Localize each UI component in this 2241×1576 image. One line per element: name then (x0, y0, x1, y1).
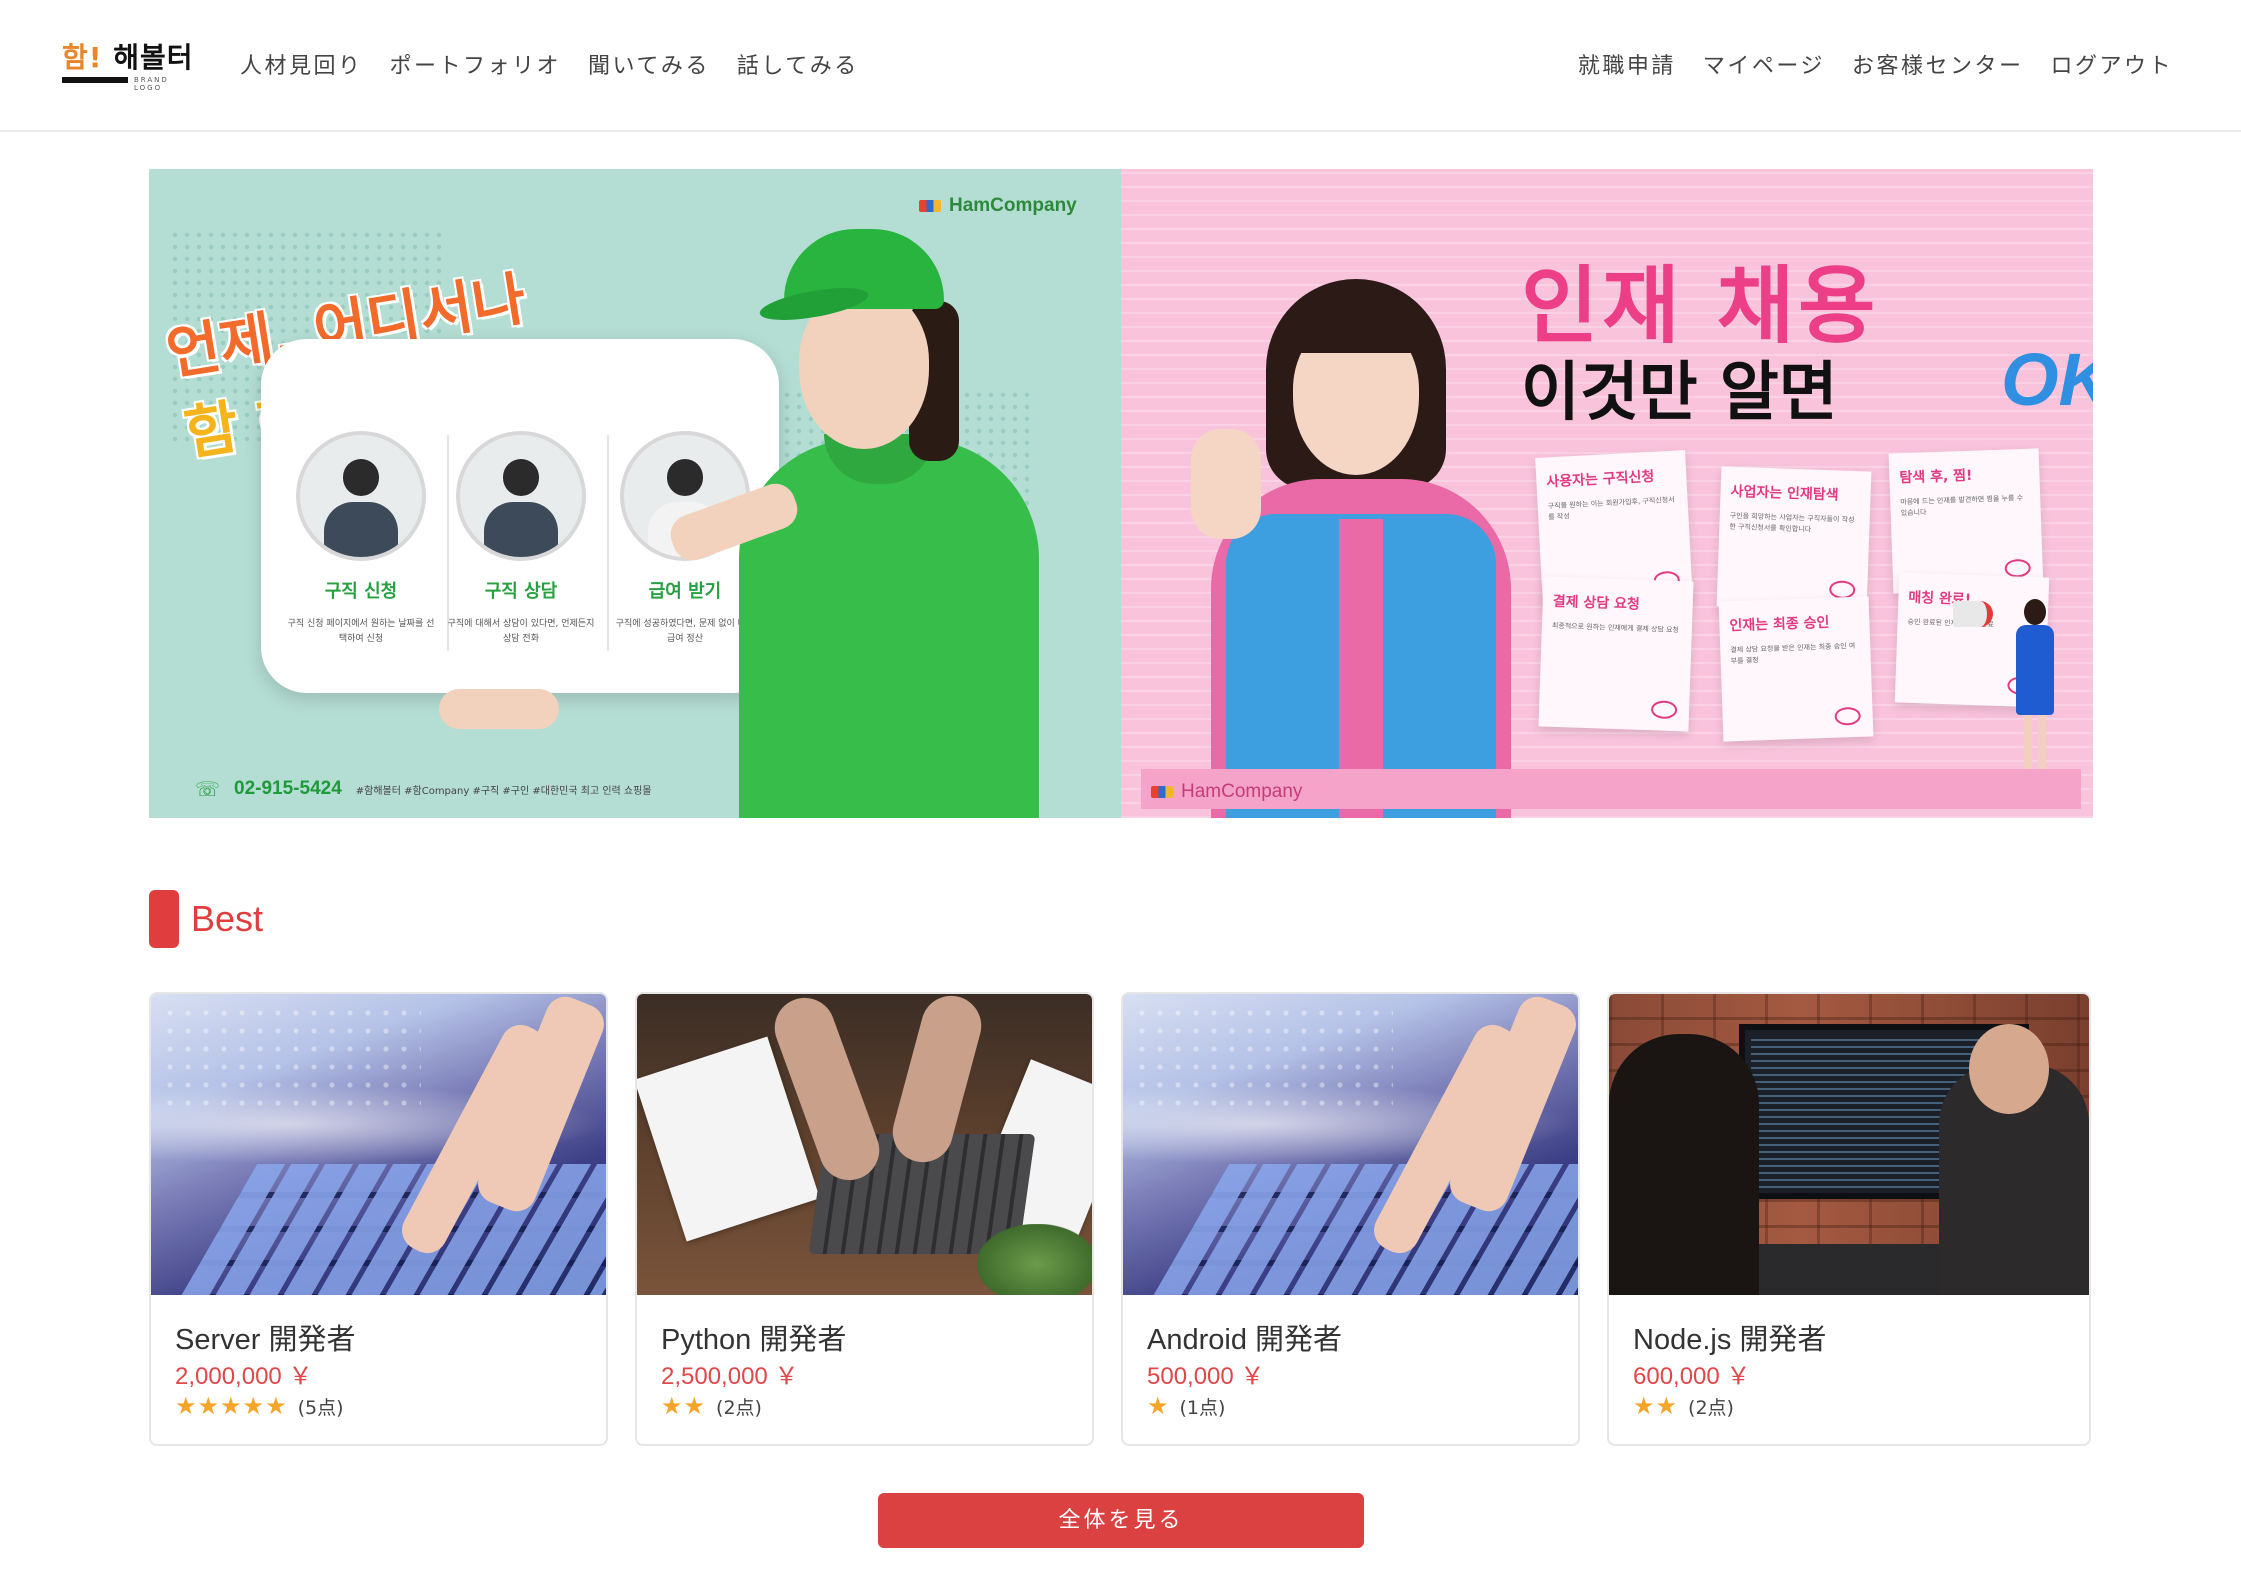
product-card-python[interactable]: Python 開発者 2,500,000 ￥ ★★ (2点) (635, 992, 1094, 1446)
banner-headline-ok: OK (2001, 338, 2093, 421)
holding-hand (439, 689, 559, 729)
step-consult: 구직 상담 구직에 대해서 상담이 있다면, 언제든지 상담 전화 (441, 431, 601, 671)
user-nav: 就職申請 マイページ お客様センター ログアウト (1578, 48, 2173, 80)
nav-item-talent-browse[interactable]: 人材見回り (240, 48, 363, 80)
check-icon (1834, 706, 1861, 726)
card-title: Node.js 開発者 (1633, 1324, 1827, 1356)
contact-line: ☏ 02-915-5424 #함해볼터 #함Company #구직 #구인 #대… (195, 777, 652, 801)
check-icon (2004, 558, 2031, 578)
rating-count: (2点) (1688, 1396, 1734, 1419)
company-logo-icon (919, 200, 941, 212)
process-note-5: 인재는 최종 승인 결제 상담 요청을 받은 인재는 최종 승인 여부를 결정 (1718, 596, 1874, 742)
view-all-button[interactable]: 全体を見る (878, 1493, 1364, 1548)
step-photo (296, 431, 426, 561)
card-price: 600,000 ￥ (1633, 1363, 1751, 1390)
rating-count: (5点) (297, 1396, 344, 1419)
card-rating: ★★ (2点) (661, 1392, 762, 1420)
card-thumbnail (151, 994, 606, 1295)
card-title: Python 開発者 (661, 1324, 847, 1356)
star-icon: ★★★★★ (175, 1392, 288, 1420)
card-rating: ★★ (2点) (1633, 1392, 1734, 1420)
nav-item-talk[interactable]: 話してみる (737, 48, 859, 80)
headset-icon: ☏ (195, 777, 221, 801)
best-section-header: Best (149, 890, 263, 948)
star-icon: ★★ (661, 1392, 707, 1420)
card-price: 2,000,000 ￥ (175, 1363, 313, 1390)
card-title: Server 開発者 (175, 1324, 356, 1356)
card-thumbnail (1609, 994, 2089, 1295)
product-card-nodejs[interactable]: Node.js 開発者 600,000 ￥ ★★ (2点) (1607, 992, 2091, 1446)
section-title: Best (191, 898, 264, 939)
nav-item-ask[interactable]: 聞いてみる (588, 48, 710, 80)
model-photo-right (1191, 279, 1521, 818)
product-card-server[interactable]: Server 開発者 2,000,000 ￥ ★★★★★ (5点) (149, 992, 608, 1446)
banner-panel-left: HamCompany 언제, 어디서나 함 해볼터!? 구직 신청 구직 신청 … (149, 169, 1121, 818)
card-rating: ★ (1点) (1147, 1392, 1225, 1420)
banner-headline-4: 이것만 알면 (1521, 356, 1838, 430)
card-title: Android 開発者 (1147, 1324, 1343, 1356)
nav-item-job-apply[interactable]: 就職申請 (1578, 48, 1676, 80)
banner-panel-right: 인재 채용 이것만 알면 OK 사용자는 구직신청 구직을 원하는 이는 회원가… (1121, 169, 2093, 818)
hero-banner[interactable]: HamCompany 언제, 어디서나 함 해볼터!? 구직 신청 구직 신청 … (149, 169, 2093, 818)
nav-item-support[interactable]: お客様センター (1852, 48, 2024, 80)
process-note-4: 결제 상담 요청 최종적으로 원하는 인재에게 결제 상담 요청 (1538, 576, 1694, 732)
card-rating: ★★★★★ (5点) (175, 1392, 344, 1420)
star-icon: ★★ (1633, 1392, 1679, 1420)
nav-item-logout[interactable]: ログアウト (2050, 48, 2173, 80)
process-note-3: 탐색 후, 찜! 마음에 드는 인재를 발견하면 찜을 누를 수 있습니다 (1888, 448, 2044, 594)
step-apply: 구직 신청 구직 신청 페이지에서 원하는 날짜를 선택하여 신청 (281, 431, 441, 671)
card-price: 2,500,000 ￥ (661, 1363, 799, 1390)
top-header: 함! 해볼터 BRAND LOGO 人材見回り ポートフォリオ 聞いてみる 話し… (0, 0, 2241, 132)
card-thumbnail (637, 994, 1092, 1295)
card-thumbnail (1123, 994, 1578, 1295)
star-icon: ★ (1147, 1392, 1170, 1420)
step-photo (456, 431, 586, 561)
nav-item-portfolio[interactable]: ポートフォリオ (390, 48, 562, 80)
section-marker (149, 890, 179, 948)
megaphone-icon (1953, 601, 1993, 627)
logo-subtext: BRAND LOGO (134, 76, 169, 92)
product-card-android[interactable]: Android 開発者 500,000 ￥ ★ (1点) (1121, 992, 1580, 1446)
banner-brand-tag: HamCompany (1151, 781, 1302, 803)
process-note-2: 사업자는 인재탐색 구인을 희망하는 사업자는 구직자들이 작성한 구직신청서를… (1716, 466, 1872, 612)
nav-item-mypage[interactable]: マイページ (1703, 48, 1825, 80)
main-nav: 人材見回り ポートフォリオ 聞いてみる 話してみる (240, 48, 859, 80)
banner-brand-tag: HamCompany (919, 195, 1077, 217)
check-icon (1650, 700, 1678, 720)
company-logo-icon (1151, 786, 1173, 798)
rating-count: (1点) (1179, 1396, 1226, 1419)
logo-wordmark: 함! 해볼터 (62, 41, 194, 74)
logo-underline (62, 77, 128, 83)
card-price: 500,000 ￥ (1147, 1363, 1265, 1390)
best-card-list: Server 開発者 2,000,000 ￥ ★★★★★ (5点) Python… (149, 992, 2091, 1446)
brand-logo[interactable]: 함! 해볼터 BRAND LOGO (62, 36, 198, 92)
rating-count: (2点) (716, 1396, 762, 1419)
